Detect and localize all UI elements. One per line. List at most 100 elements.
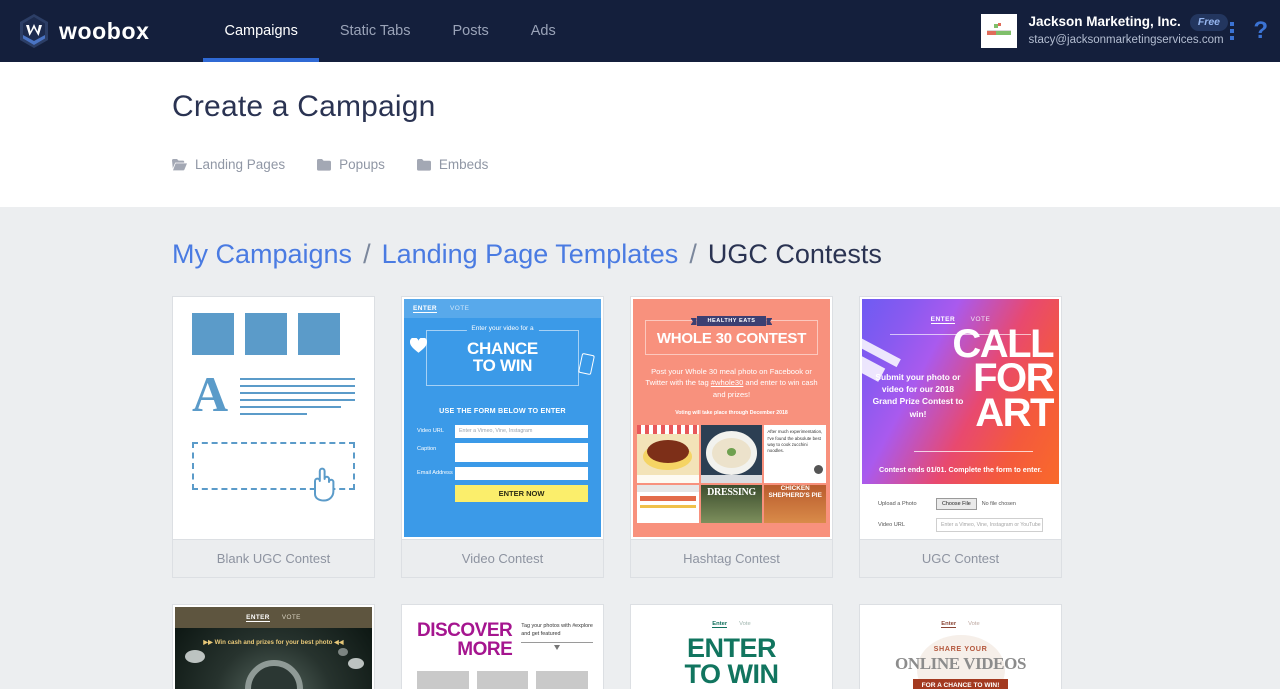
- account-area[interactable]: Jackson Marketing, Inc. Free stacy@jacks…: [980, 0, 1228, 62]
- nav-item-static-tabs[interactable]: Static Tabs: [319, 0, 432, 62]
- field-label-video-url: Video URL: [878, 522, 905, 528]
- preview-nav: Enter Vote: [633, 621, 830, 628]
- preview-nav-enter: ENTER: [246, 613, 270, 622]
- preview-headline-2: TO WIN: [472, 356, 533, 376]
- bokeh-light: [185, 650, 205, 663]
- preview-tagline: ▶▶ Win cash and prizes for your best pho…: [203, 639, 344, 646]
- template-preview-enter-to-win: Enter Vote ENTER TO WIN: [633, 607, 830, 689]
- template-card-photo-contest[interactable]: ENTER VOTE ▶▶ Win cash and prizes for yo…: [172, 604, 375, 689]
- field-input-email-address[interactable]: [455, 467, 588, 480]
- breadcrumb: My Campaigns / Landing Page Templates / …: [172, 207, 1280, 270]
- preview-body: Post your Whole 30 meal photo on Faceboo…: [633, 355, 830, 400]
- top-navigation-bar: woobox Campaigns Static Tabs Posts Ads J…: [0, 0, 1280, 62]
- preview-nav: ENTER VOTE: [404, 299, 601, 318]
- photo-tile: [637, 425, 699, 484]
- nav-item-campaigns[interactable]: Campaigns: [203, 0, 320, 62]
- preview-submit-button[interactable]: ENTER NOW: [455, 485, 588, 502]
- photo-tile: [700, 425, 763, 484]
- breadcrumb-item-my-campaigns[interactable]: My Campaigns: [172, 239, 352, 270]
- folder-label: Embeds: [438, 157, 489, 172]
- template-preview-discover: DISCOVER MORE Tag your photos with #expl…: [404, 607, 601, 689]
- choose-file-button[interactable]: Choose File: [936, 498, 977, 510]
- preview-nav-vote: Vote: [968, 621, 980, 627]
- preview-nav-vote: Vote: [739, 621, 751, 627]
- brand-name: woobox: [59, 17, 150, 44]
- brand-logo[interactable]: woobox: [18, 13, 149, 49]
- preview-blurb: Submit your photo or video for our 2018 …: [872, 372, 964, 419]
- template-card-label: Video Contest: [402, 539, 603, 577]
- photo-tile: [536, 671, 589, 689]
- template-card-blank-ugc-contest[interactable]: A Blank UGC Contest: [172, 296, 375, 578]
- folder-label: Landing Pages: [195, 157, 286, 172]
- template-preview-call-for-art: ENTER VOTE CALL FOR ART Submit your phot…: [862, 299, 1059, 537]
- preview-note: Voting will take place through December …: [675, 410, 788, 417]
- folder-embeds[interactable]: Embeds: [416, 157, 489, 172]
- field-input-caption[interactable]: [455, 443, 588, 462]
- field-label-caption: Caption: [417, 446, 437, 452]
- preview-nav: Enter Vote: [862, 621, 1059, 628]
- preview-headline-3: ART: [975, 390, 1054, 435]
- preview-ribbon-text: HEALTHY EATS: [696, 316, 767, 326]
- main-content: My Campaigns / Landing Page Templates / …: [0, 207, 1280, 689]
- preview-headline: CALL FOR ART: [952, 324, 1054, 435]
- photo-tile-caption: CHICKEN SHEPHERD'S PIE: [768, 485, 822, 499]
- field-label-upload-photo: Upload a Photo: [878, 501, 917, 507]
- folder-icon: [416, 158, 431, 171]
- preview-button[interactable]: FOR A CHANCE TO WIN!: [912, 679, 1009, 689]
- template-card-video-contest[interactable]: ENTER VOTE Enter your video for a CHANCE…: [401, 296, 604, 578]
- preview-body-hashtag: #whole30: [710, 378, 744, 388]
- preview-nav-vote: VOTE: [450, 305, 470, 312]
- template-card-label: UGC Contest: [860, 539, 1061, 577]
- kebab-menu-icon[interactable]: [1230, 22, 1234, 43]
- template-grid-row-2: ENTER VOTE ▶▶ Win cash and prizes for yo…: [172, 604, 1280, 689]
- breadcrumb-item-ugc-contests: UGC Contests: [707, 239, 882, 269]
- account-name: Jackson Marketing, Inc.: [1028, 14, 1181, 30]
- placeholder-text-lines: [240, 375, 355, 420]
- preview-headline-1: CHANCE: [467, 339, 538, 358]
- phone-icon: [578, 352, 595, 376]
- photo-tile-caption: After much experimentation, I've found t…: [767, 429, 823, 454]
- question-mark-icon[interactable]: ?: [1253, 17, 1268, 45]
- template-card-ugc-contest[interactable]: ENTER VOTE CALL FOR ART Submit your phot…: [859, 296, 1062, 578]
- page-header: Create a Campaign Landing Pages Popups E…: [0, 62, 1280, 207]
- preview-nav-enter: Enter: [941, 621, 957, 628]
- placeholder-text-row: A: [192, 366, 355, 422]
- avatar: [980, 14, 1017, 48]
- preview-headline-2: MORE: [457, 639, 513, 660]
- field-input-video-url[interactable]: Enter a Vimeo, Vine, Instagram or YouTub…: [936, 518, 1043, 532]
- template-card-online-videos[interactable]: Enter Vote SHARE YOUR ONLINE VIDEOS FOR …: [859, 604, 1062, 689]
- preview-nav-enter: Enter: [712, 621, 728, 628]
- letter-a-icon: A: [192, 366, 229, 422]
- field-label-video-url: Video URL: [417, 428, 444, 434]
- template-card-discover-more[interactable]: DISCOVER MORE Tag your photos with #expl…: [401, 604, 604, 689]
- template-preview-online-videos: Enter Vote SHARE YOUR ONLINE VIDEOS FOR …: [862, 607, 1059, 689]
- preview-headline: DISCOVER MORE: [417, 621, 513, 660]
- folder-landing-pages[interactable]: Landing Pages: [172, 157, 285, 172]
- preview-tagline-text: Win cash and prizes for your best photo: [214, 639, 333, 646]
- preview-photo-grid: [417, 671, 589, 689]
- folder-popups[interactable]: Popups: [317, 157, 385, 172]
- template-card-label: Hashtag Contest: [631, 539, 832, 577]
- camera-lens-icon: [244, 660, 303, 689]
- woobox-hexagon-logo-icon: [20, 14, 48, 48]
- field-input-video-url[interactable]: Enter a Vimeo, Vine, Instagram: [455, 425, 588, 438]
- breadcrumb-item-landing-page-templates[interactable]: Landing Page Templates: [382, 239, 679, 270]
- heart-icon: [410, 338, 427, 353]
- template-card-enter-to-win[interactable]: Enter Vote ENTER TO WIN: [630, 604, 833, 689]
- photo-tile: DRESSING: [700, 485, 763, 524]
- arrow-down-icon: [554, 645, 561, 651]
- photo-tile: [637, 485, 699, 524]
- preview-headline: ENTER TO WIN: [633, 635, 830, 687]
- template-card-hashtag-contest[interactable]: HEALTHY EATS WHOLE 30 CONTEST Post your …: [630, 296, 833, 578]
- plan-badge: Free: [1189, 14, 1228, 32]
- placeholder-image-row: [192, 313, 355, 355]
- breadcrumb-separator: /: [363, 239, 371, 269]
- folder-label: Popups: [339, 157, 385, 172]
- nav-item-posts[interactable]: Posts: [432, 0, 510, 62]
- nav-item-ads[interactable]: Ads: [510, 0, 577, 62]
- photo-tile: CHICKEN SHEPHERD'S PIE: [764, 485, 826, 524]
- folder-filters: Landing Pages Popups Embeds: [172, 157, 520, 172]
- placeholder-image-block: [298, 313, 340, 355]
- drop-zone[interactable]: [192, 442, 355, 502]
- preview-blurb: Tag your photos with #explore and get fe…: [521, 623, 593, 637]
